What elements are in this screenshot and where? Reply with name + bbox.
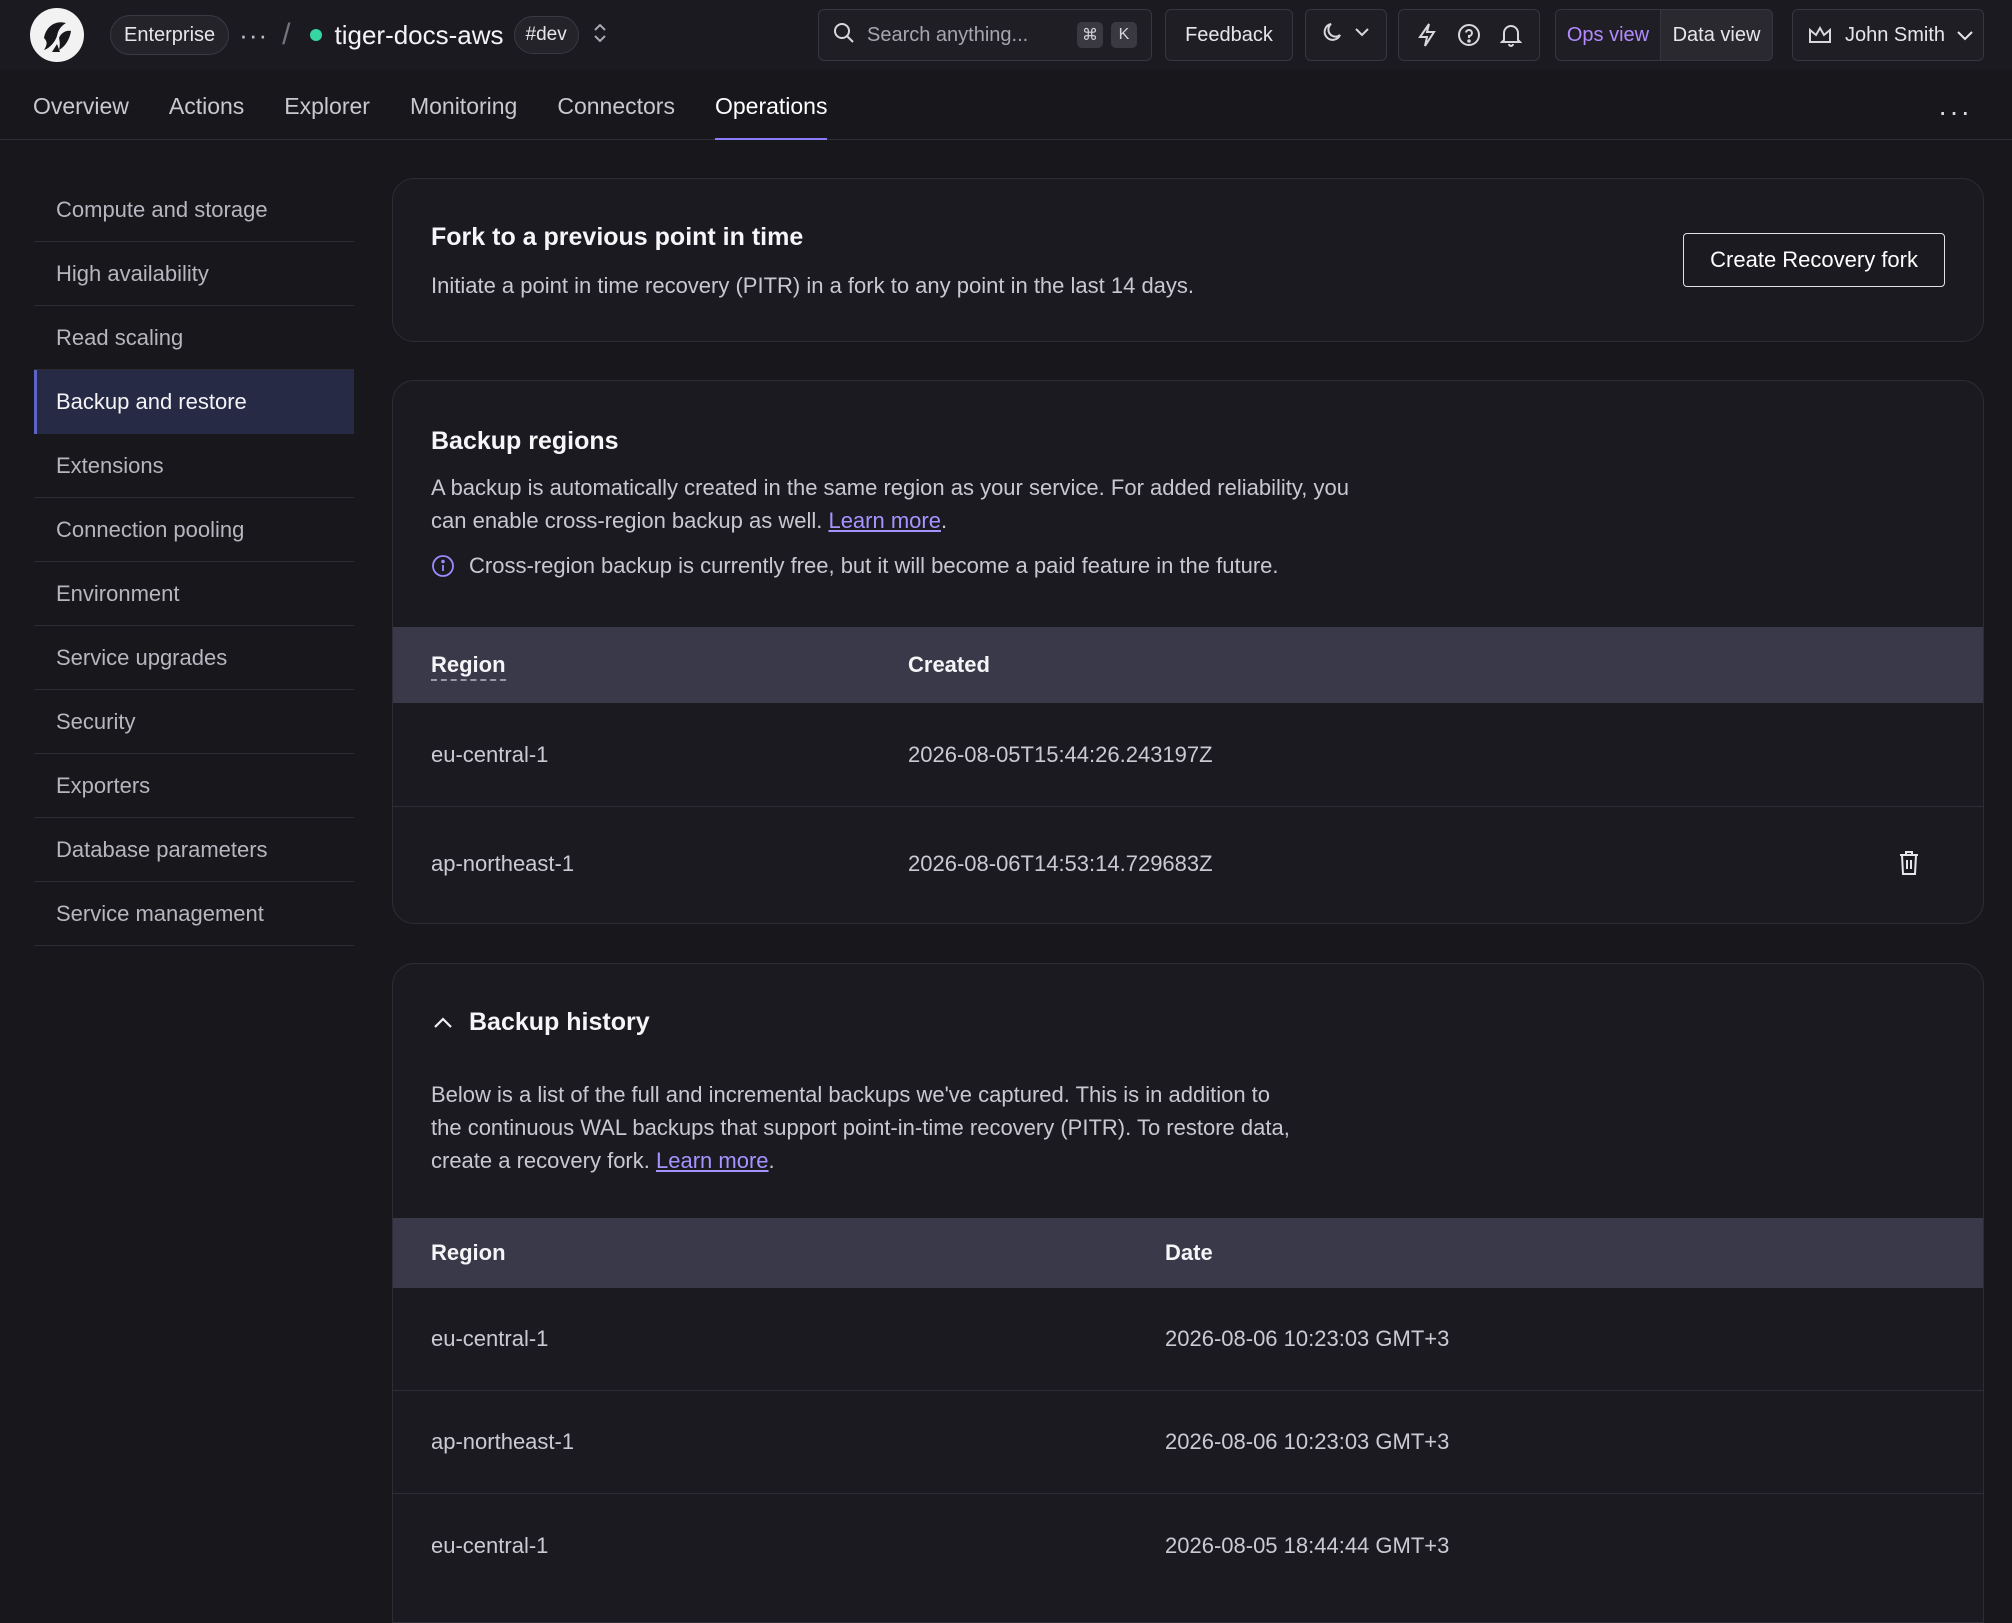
env-tag[interactable]: #dev [513, 16, 579, 54]
tab-overview[interactable]: Overview [33, 80, 129, 140]
service-status-dot [310, 29, 323, 41]
info-icon [431, 554, 455, 578]
crown-icon [1807, 24, 1833, 46]
tab-connectors[interactable]: Connectors [557, 80, 675, 140]
backup-regions-learn-more-link[interactable]: Learn more [828, 508, 941, 533]
backup-history-card: Backup history Below is a list of the fu… [392, 963, 1984, 1623]
logo[interactable] [30, 8, 84, 62]
backup-history-title: Backup history [469, 1008, 650, 1036]
sidebar-item-environment[interactable]: Environment [34, 562, 354, 626]
search-placeholder: Search anything... [867, 23, 1029, 46]
table-row: ap-northeast-1 2026-08-06 10:23:03 GMT+3 [393, 1391, 1983, 1494]
region-cell: ap-northeast-1 [431, 1429, 575, 1454]
sidebar-item-extensions[interactable]: Extensions [34, 434, 354, 498]
fork-title: Fork to a previous point in time [431, 223, 804, 251]
table-header: Region Created [393, 627, 1983, 703]
backup-history-desc-line2: the continuous WAL backups that support … [431, 1115, 1290, 1140]
created-cell: 2026-08-05T15:44:26.243197Z [908, 741, 1213, 767]
tab-actions[interactable]: Actions [169, 80, 244, 140]
ops-view-button[interactable]: Ops view [1556, 10, 1661, 60]
breadcrumb-separator: / [282, 18, 291, 51]
chevron-down-icon [1955, 25, 1975, 45]
main-tabs: Overview Actions Explorer Monitoring Con… [0, 80, 2012, 140]
sidebar-item-security[interactable]: Security [34, 690, 354, 754]
date-cell: 2026-08-06 10:23:03 GMT+3 [1165, 1326, 1450, 1351]
backup-history-desc-line1: Below is a list of the full and incremen… [431, 1082, 1271, 1107]
date-cell: 2026-08-06 10:23:03 GMT+3 [1165, 1429, 1450, 1454]
table-row: eu-central-1 2026-08-05T15:44:26.243197Z [393, 703, 1983, 807]
search-input[interactable]: Search anything... ⌘ K [818, 9, 1152, 61]
shortcut-mod-key: ⌘ [1077, 22, 1103, 48]
trash-icon[interactable] [1897, 849, 1921, 877]
cross-region-notice-text: Cross-region backup is currently free, b… [469, 553, 1279, 578]
user-name: John Smith [1845, 23, 1946, 46]
backup-regions-card: Backup regions A backup is automatically… [392, 380, 1984, 924]
sidebar-item-service-management[interactable]: Service management [34, 882, 354, 946]
sidebar-item-high-availability[interactable]: High availability [34, 242, 354, 306]
utility-icon-group [1398, 9, 1540, 61]
backup-history-learn-more-link[interactable]: Learn more [656, 1148, 769, 1173]
region-cell: eu-central-1 [431, 1532, 549, 1558]
sidebar-item-compute-and-storage[interactable]: Compute and storage [34, 178, 354, 242]
chevron-up-icon [431, 1011, 455, 1035]
tab-monitoring[interactable]: Monitoring [410, 80, 517, 140]
created-column-header: Created [908, 652, 990, 677]
region-column-header[interactable]: Region [431, 652, 506, 681]
backup-history-toggle[interactable]: Backup history [431, 1008, 650, 1037]
create-recovery-fork-button[interactable]: Create Recovery fork [1683, 233, 1945, 287]
moon-icon [1321, 20, 1345, 50]
fork-description: Initiate a point in time recovery (PITR)… [431, 273, 1195, 298]
lightning-icon[interactable] [1416, 22, 1438, 48]
shortcut-k-key: K [1111, 22, 1137, 48]
service-name[interactable]: tiger-docs-aws [334, 20, 503, 51]
data-view-button[interactable]: Data view [1661, 10, 1772, 60]
created-cell: 2026-08-06T14:53:14.729683Z [908, 851, 1213, 876]
region-cell: ap-northeast-1 [431, 851, 575, 876]
backup-regions-table: Region Created eu-central-1 2026-08-05T1… [393, 627, 1983, 921]
region-cell: eu-central-1 [431, 741, 549, 767]
search-icon [833, 22, 855, 49]
sidebar-item-exporters[interactable]: Exporters [34, 754, 354, 818]
region-column-header: Region [431, 1240, 506, 1265]
region-cell: eu-central-1 [431, 1326, 549, 1351]
top-bar: Enterprise ··· / tiger-docs-aws #dev Sea… [0, 0, 2012, 70]
sidebar-item-backup-and-restore[interactable]: Backup and restore [34, 370, 354, 434]
tab-explorer[interactable]: Explorer [284, 80, 370, 140]
date-cell: 2026-08-05 18:44:44 GMT+3 [1165, 1532, 1450, 1558]
backup-regions-desc-line1: A backup is automatically created in the… [431, 475, 1349, 500]
cross-region-notice: Cross-region backup is currently free, b… [431, 549, 1531, 582]
operations-sidebar: Compute and storage High availability Re… [34, 178, 354, 946]
user-menu[interactable]: John Smith [1792, 9, 1984, 61]
sidebar-item-connection-pooling[interactable]: Connection pooling [34, 498, 354, 562]
bell-icon[interactable] [1499, 23, 1522, 47]
fork-card: Fork to a previous point in time Initiat… [392, 178, 1984, 342]
backup-regions-title: Backup regions [431, 427, 619, 455]
plan-badge[interactable]: Enterprise [110, 15, 230, 55]
table-row: ap-northeast-1 2026-08-06T14:53:14.72968… [393, 807, 1983, 921]
table-row: eu-central-1 2026-08-06 10:23:03 GMT+3 [393, 1288, 1983, 1391]
more-horizontal-icon[interactable]: ··· [239, 22, 268, 48]
view-switcher: Ops view Data view [1555, 9, 1773, 61]
sidebar-item-service-upgrades[interactable]: Service upgrades [34, 626, 354, 690]
help-icon[interactable] [1457, 23, 1481, 47]
chevron-down-icon [1353, 23, 1371, 47]
sidebar-item-database-parameters[interactable]: Database parameters [34, 818, 354, 882]
sidebar-item-read-scaling[interactable]: Read scaling [34, 306, 354, 370]
table-row: eu-central-1 2026-08-05 18:44:44 GMT+3 [393, 1494, 1983, 1597]
chevron-up-down-icon[interactable] [591, 20, 609, 51]
feedback-button[interactable]: Feedback [1165, 9, 1293, 61]
tab-operations[interactable]: Operations [714, 80, 827, 140]
date-column-header: Date [1165, 1240, 1213, 1265]
theme-toggle-button[interactable] [1305, 9, 1387, 61]
table-header: Region Date [393, 1218, 1983, 1288]
more-horizontal-icon[interactable]: ··· [1938, 96, 1972, 128]
backup-regions-desc-line2: can enable cross-region backup as well. … [431, 508, 948, 533]
backup-history-desc-line3: create a recovery fork. Learn more. [431, 1148, 775, 1173]
backup-history-table: Region Date eu-central-1 2026-08-06 10:2… [393, 1218, 1983, 1597]
